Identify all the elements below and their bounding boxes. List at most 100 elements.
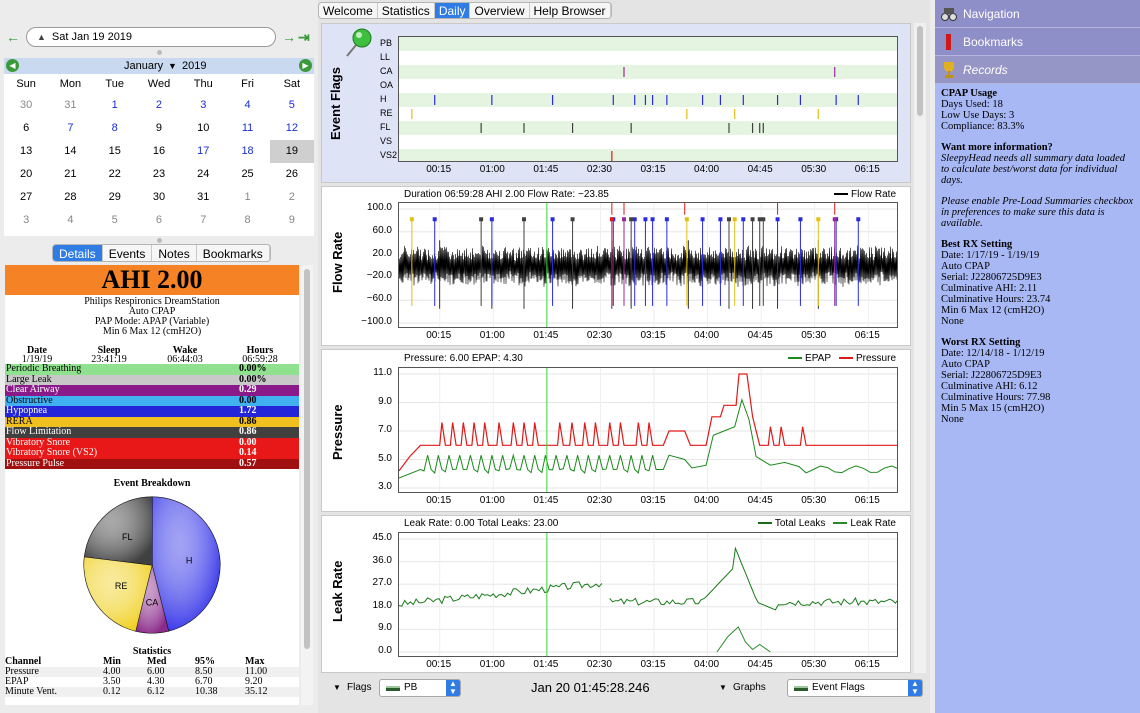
calendar-day[interactable]: 25 <box>225 163 269 186</box>
flags-select[interactable]: PB ▲ ▼ <box>379 679 461 697</box>
tab-details[interactable]: Details <box>53 245 103 261</box>
detail-tabs: Details Events Notes Bookmarks <box>52 244 271 262</box>
calendar-day[interactable]: 9 <box>270 209 314 232</box>
calendar-day[interactable]: 15 <box>93 140 137 163</box>
details-scrollbar[interactable] <box>301 265 313 705</box>
prev-month-icon[interactable]: ◀ <box>6 59 19 72</box>
calendar-day[interactable]: 30 <box>4 94 48 117</box>
calendar-day[interactable]: 23 <box>137 163 181 186</box>
tab-statistics[interactable]: Statistics <box>378 3 435 18</box>
tab-daily[interactable]: Daily <box>434 3 471 18</box>
pressure-header: Pressure: 6.00 EPAP: 4.30 <box>404 353 523 364</box>
flow-rate-plot[interactable] <box>398 202 898 328</box>
event-value: 0.86 <box>239 426 257 437</box>
tab-bookmarks[interactable]: Bookmarks <box>197 245 270 261</box>
calendar-day[interactable]: 31 <box>181 186 225 209</box>
next-month-icon[interactable]: ▶ <box>299 59 312 72</box>
splitter-handle[interactable] <box>157 238 162 243</box>
nav-navigation[interactable]: Navigation <box>935 0 1140 28</box>
date-navigation: ← ▲ Sat Jan 19 2019 → ⇥ <box>4 27 314 49</box>
flag-row-label: H <box>380 94 387 104</box>
calendar-day[interactable]: 24 <box>181 163 225 186</box>
event-name: Periodic Breathing <box>6 363 82 374</box>
graph-scrollbar[interactable] <box>914 23 926 673</box>
arrow-right-icon[interactable]: → <box>282 29 296 45</box>
pressure-line <box>399 373 897 472</box>
calendar-day[interactable]: 26 <box>270 163 314 186</box>
nav-bookmarks[interactable]: Bookmarks <box>935 28 1140 56</box>
calendar-day[interactable]: 22 <box>93 163 137 186</box>
graphs-select[interactable]: Event Flags ▲ ▼ <box>787 679 923 697</box>
calendar-day[interactable]: 8 <box>225 209 269 232</box>
x-tick-label: 01:45 <box>533 330 559 341</box>
arrow-left-icon[interactable]: ← <box>6 29 20 45</box>
pressure-plot[interactable] <box>398 367 898 493</box>
calendar-day[interactable]: 21 <box>48 163 92 186</box>
calendar-day[interactable]: 20 <box>4 163 48 186</box>
chevron-down-icon[interactable]: ▼ <box>333 683 341 692</box>
tab-notes[interactable]: Notes <box>152 245 197 261</box>
pressure-graph[interactable]: Pressure Pressure: 6.00 EPAP: 4.30 EPAP … <box>321 349 911 512</box>
calendar-day[interactable]: 16 <box>137 140 181 163</box>
calendar-day[interactable]: 11 <box>225 117 269 140</box>
calendar-day[interactable]: 13 <box>4 140 48 163</box>
tab-welcome[interactable]: Welcome <box>319 3 378 18</box>
calendar-day[interactable]: 6 <box>4 117 48 140</box>
event-flags-plot[interactable] <box>398 36 898 162</box>
calendar-day[interactable]: 31 <box>48 94 92 117</box>
left-panel: ← ▲ Sat Jan 19 2019 → ⇥ ◀ January ▼ 2019 … <box>0 0 318 713</box>
chevron-down-icon[interactable]: ▼ <box>168 61 177 71</box>
calendar-day[interactable]: 12 <box>270 117 314 140</box>
legend-epap: EPAP <box>805 353 831 364</box>
calendar-day[interactable]: 4 <box>225 94 269 117</box>
calendar-day[interactable]: 18 <box>225 140 269 163</box>
calendar-day[interactable]: 2 <box>137 94 181 117</box>
flow-rate-graph[interactable]: Flow Rate Duration 06:59:28 AHI 2.00 Flo… <box>321 186 911 346</box>
calendar-day[interactable]: 19 <box>269 140 314 163</box>
event-flags-graph[interactable]: Event Flags PB LL CA OA H RE FL VS VS2 00:15 01:0… <box>321 23 911 183</box>
tab-overview[interactable]: Overview <box>470 3 530 18</box>
calendar-day[interactable]: 10 <box>181 117 225 140</box>
calendar-month[interactable]: January <box>124 60 163 72</box>
calendar-day[interactable]: 7 <box>48 117 92 140</box>
calendar-day[interactable]: 14 <box>48 140 92 163</box>
calendar-day[interactable]: 1 <box>225 186 269 209</box>
splitter-handle[interactable] <box>157 50 162 55</box>
event-row: Pressure Pulse 0.57 <box>5 458 299 469</box>
record-line: Culminative Hours: 23.74 <box>941 294 1051 305</box>
calendar-day[interactable]: 17 <box>181 140 225 163</box>
calendar-year[interactable]: 2019 <box>182 60 206 72</box>
chevron-down-icon[interactable]: ▼ <box>719 683 727 692</box>
leak-rate-plot[interactable] <box>398 532 898 657</box>
calendar-day[interactable]: 30 <box>137 186 181 209</box>
calendar-day[interactable]: 6 <box>137 209 181 232</box>
tab-events[interactable]: Events <box>103 245 153 261</box>
skip-end-icon[interactable]: ⇥ <box>298 29 310 46</box>
calendar-day[interactable]: 7 <box>181 209 225 232</box>
x-tick-label: 02:30 <box>586 659 612 670</box>
weekday-header: Sat <box>283 78 301 90</box>
details-panel: AHI 2.00 Philips Respironics DreamStatio… <box>5 265 299 705</box>
calendar-day[interactable]: 4 <box>48 209 92 232</box>
calendar-day[interactable]: 5 <box>270 94 314 117</box>
date-picker[interactable]: ▲ Sat Jan 19 2019 <box>26 27 276 47</box>
calendar-day[interactable]: 5 <box>93 209 137 232</box>
calendar-day[interactable]: 28 <box>48 186 92 209</box>
event-breakdown-pie: H CA RE FL <box>83 496 221 634</box>
calendar-day[interactable]: 1 <box>93 94 137 117</box>
calendar-day[interactable]: 3 <box>4 209 48 232</box>
leak-rate-graph[interactable]: Leak Rate Leak Rate: 0.00 Total Leaks: 2… <box>321 515 911 673</box>
calendar-day[interactable]: 27 <box>4 186 48 209</box>
calendar-day[interactable]: 8 <box>93 117 137 140</box>
y-tick-label: 7.0 <box>378 424 392 435</box>
tab-help-browser[interactable]: Help Browser <box>530 3 611 18</box>
leak-rate-line <box>716 626 771 653</box>
y-tick-label: 5.0 <box>378 452 392 464</box>
calendar-day[interactable]: 29 <box>93 186 137 209</box>
nav-records-label: Records <box>963 63 1008 77</box>
pushpin-icon[interactable] <box>342 26 374 60</box>
calendar-day[interactable]: 3 <box>181 94 225 117</box>
nav-records[interactable]: Records <box>935 56 1140 84</box>
calendar-day[interactable]: 2 <box>270 186 314 209</box>
calendar-day[interactable]: 9 <box>137 117 181 140</box>
